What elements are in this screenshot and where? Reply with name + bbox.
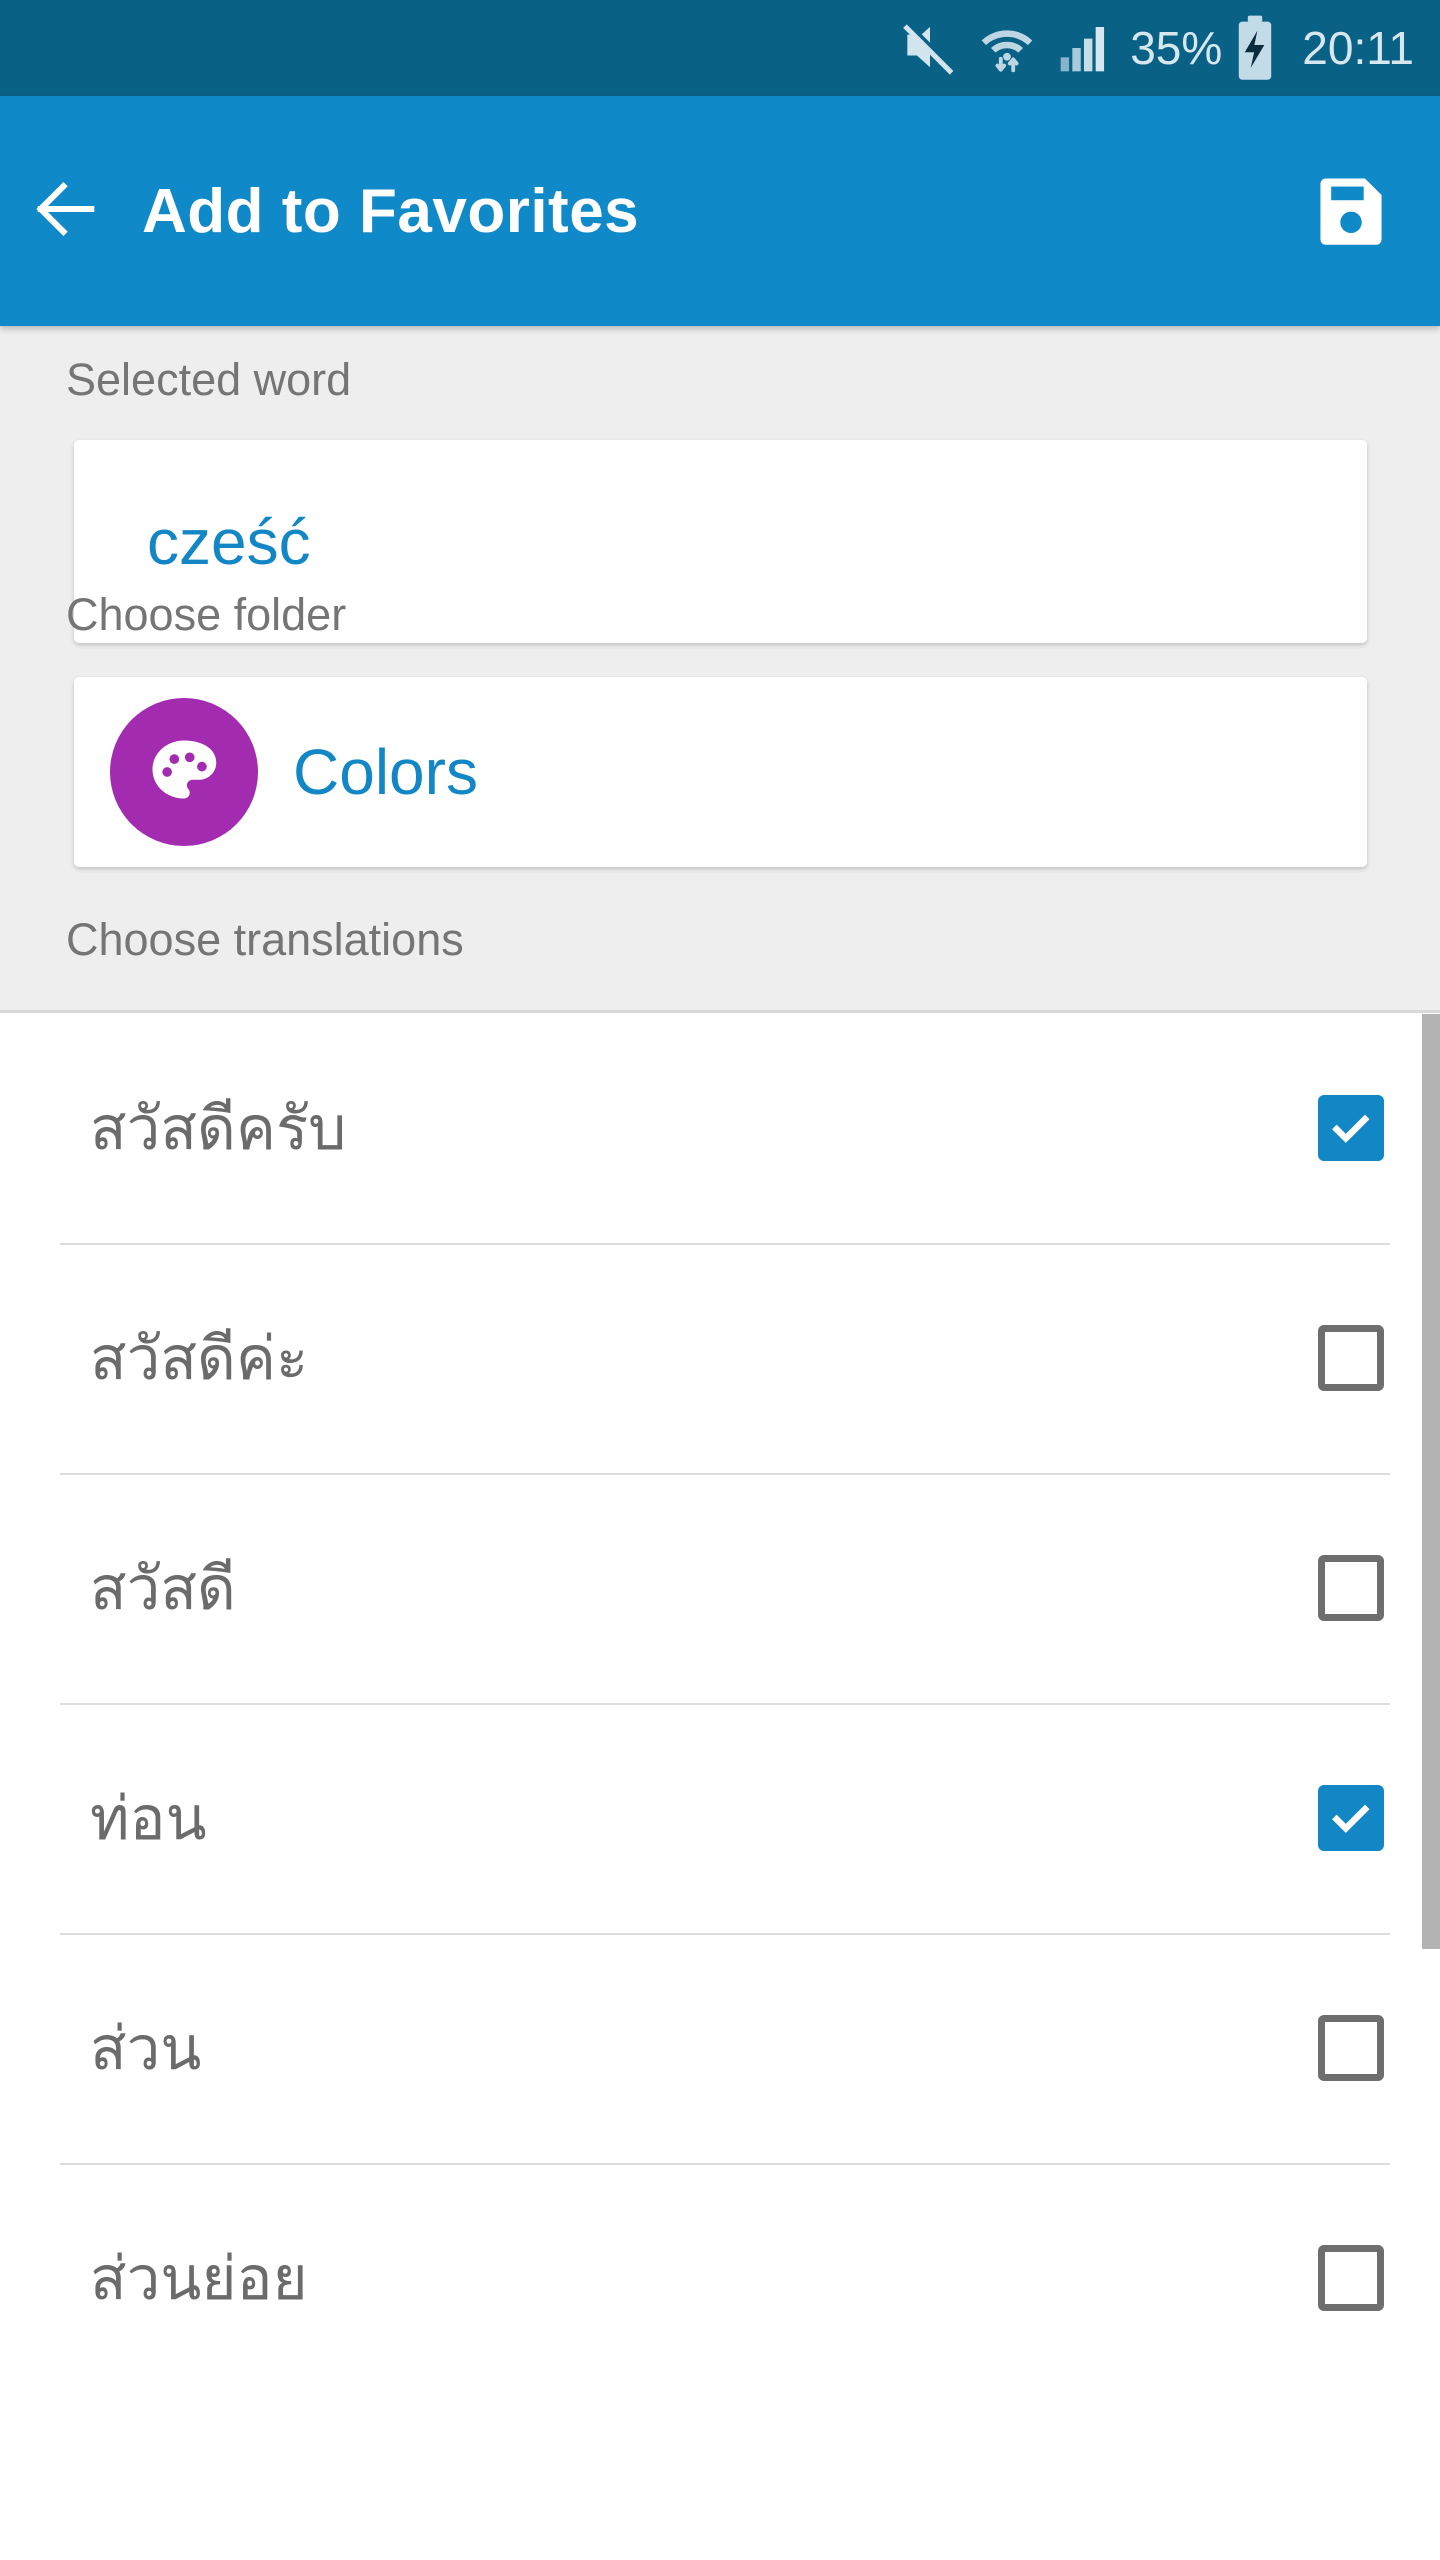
battery-charging-icon — [1228, 12, 1282, 84]
back-button[interactable] — [0, 96, 132, 326]
checkbox-unchecked[interactable] — [1318, 2015, 1384, 2081]
checkbox-checked[interactable] — [1318, 1785, 1384, 1851]
translation-row[interactable]: สวัสดีครับ — [0, 1013, 1440, 1243]
palette-icon — [110, 698, 258, 846]
translation-row[interactable]: ส่วนย่อย — [0, 2163, 1440, 2393]
save-button[interactable] — [1296, 156, 1406, 266]
translation-label: ส่วนย่อย — [90, 2244, 308, 2312]
translation-row[interactable]: สวัสดีค่ะ — [0, 1243, 1440, 1473]
selected-word-label: Selected word — [66, 354, 352, 405]
translation-label: ส่วน — [90, 2014, 202, 2082]
content-area: Selected word cześć Choose folder Colors… — [0, 326, 1440, 2560]
checkbox-unchecked[interactable] — [1318, 1325, 1384, 1391]
status-bar-icons: 35% 20:11 — [898, 0, 1414, 96]
translation-label: ท่อน — [90, 1784, 207, 1852]
selected-word-value: cześć — [147, 505, 311, 578]
choose-folder-card[interactable]: Colors — [74, 677, 1367, 867]
checkbox-unchecked[interactable] — [1318, 2245, 1384, 2311]
status-bar: 35% 20:11 — [0, 0, 1440, 96]
app-bar: Add to Favorites — [0, 96, 1440, 326]
floppy-save-icon — [1312, 170, 1390, 253]
checkbox-checked[interactable] — [1318, 1095, 1384, 1161]
arrow-back-icon — [28, 171, 104, 252]
translation-row[interactable]: ส่วน — [0, 1933, 1440, 2163]
wifi-icon — [976, 17, 1038, 79]
translation-label: สวัสดีครับ — [90, 1094, 347, 1162]
battery-percent-label: 35% — [1130, 22, 1223, 74]
checkbox-unchecked[interactable] — [1318, 1555, 1384, 1621]
app-screen: 35% 20:11 Add to Favorites Selected word… — [0, 0, 1440, 2560]
folder-name: Colors — [293, 736, 478, 808]
choose-folder-label: Choose folder — [66, 589, 347, 640]
translation-row[interactable]: ท่อน — [0, 1703, 1440, 1933]
signal-bars-icon — [1056, 20, 1112, 76]
choose-translations-label: Choose translations — [66, 914, 464, 965]
clock-label: 20:11 — [1302, 22, 1414, 74]
translation-label: สวัสดี — [90, 1554, 236, 1622]
page-title: Add to Favorites — [142, 176, 640, 246]
volume-mute-icon — [898, 16, 962, 80]
translation-row[interactable]: สวัสดี — [0, 1473, 1440, 1703]
translations-list: สวัสดีครับสวัสดีค่ะสวัสดีท่อนส่วนส่วนย่อ… — [0, 1010, 1440, 2560]
list-scrollbar[interactable] — [1422, 1014, 1440, 1949]
translation-label: สวัสดีค่ะ — [90, 1324, 309, 1392]
